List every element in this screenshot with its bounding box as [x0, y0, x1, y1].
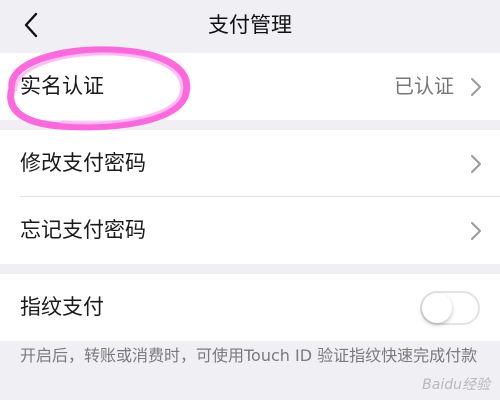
nav-bar: 支付管理 — [0, 0, 500, 52]
chevron-right-icon — [471, 222, 481, 240]
page-title: 支付管理 — [208, 13, 292, 37]
fingerprint-payment-row: 指纹支付 — [0, 274, 500, 341]
row-label: 忘记支付密码 — [20, 218, 146, 242]
row-label: 实名认证 — [20, 74, 104, 98]
chevron-right-icon — [471, 155, 481, 173]
row-label: 修改支付密码 — [20, 151, 146, 175]
watermark: Baidu经验 — [422, 377, 490, 393]
change-password-row[interactable]: 修改支付密码 — [0, 130, 500, 197]
fingerprint-toggle[interactable] — [420, 291, 480, 325]
verification-section: 实名认证 已认证 — [0, 53, 500, 120]
fingerprint-note: 开启后，转账或消费时，可使用Touch ID 验证指纹快速完成付款 — [20, 346, 478, 365]
real-name-verification-row[interactable]: 实名认证 已认证 — [0, 53, 500, 120]
row-label: 指纹支付 — [20, 295, 104, 319]
forgot-password-row[interactable]: 忘记支付密码 — [0, 197, 500, 264]
password-section: 修改支付密码 忘记支付密码 — [0, 130, 500, 264]
chevron-right-icon — [471, 78, 481, 96]
verification-status: 已认证 — [394, 74, 454, 98]
toggle-knob — [422, 293, 452, 323]
fingerprint-section: 指纹支付 — [0, 274, 500, 341]
